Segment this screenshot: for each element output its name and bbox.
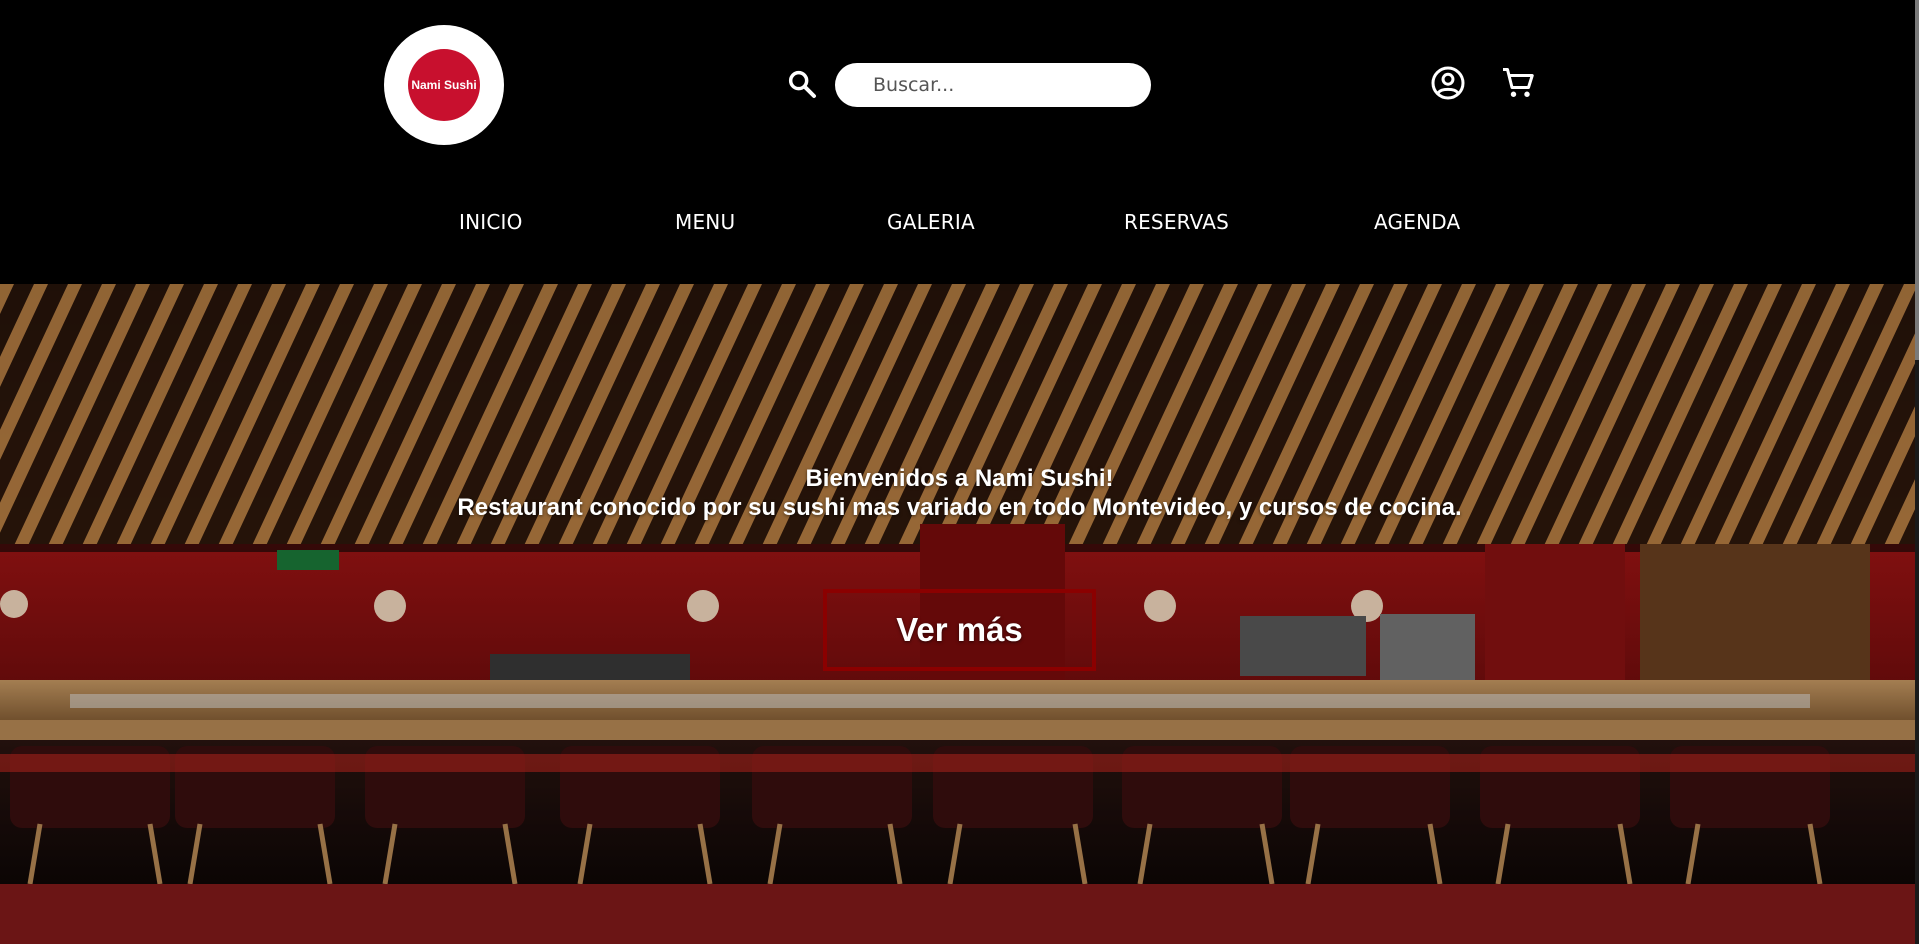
shopping-cart-icon[interactable]	[1500, 65, 1536, 101]
account-circle-icon[interactable]	[1430, 65, 1466, 101]
site-header: Nami Sushi INICIO MENU GALERIA RESERVAS …	[0, 0, 1919, 284]
logo-text: Nami Sushi	[411, 78, 477, 92]
scrollbar-thumb[interactable]	[1915, 0, 1919, 360]
search-icon[interactable]	[786, 68, 818, 100]
search-input[interactable]	[835, 63, 1151, 107]
nav-item-inicio[interactable]: INICIO	[459, 210, 523, 234]
nav-item-reservas[interactable]: RESERVAS	[1124, 210, 1229, 234]
logo-badge: Nami Sushi	[408, 49, 480, 121]
ver-mas-button[interactable]: Ver más	[823, 589, 1096, 671]
nav-item-galeria[interactable]: GALERIA	[887, 210, 975, 234]
hero-title: Bienvenidos a Nami Sushi!	[805, 465, 1114, 492]
logo[interactable]: Nami Sushi	[384, 25, 504, 145]
hero-background-image	[0, 284, 1919, 884]
hero-section: Bienvenidos a Nami Sushi! Restaurant con…	[0, 284, 1919, 884]
page-scrollbar[interactable]	[1915, 0, 1919, 944]
hero-subtitle: Restaurant conocido por su sushi mas var…	[457, 494, 1462, 521]
main-nav: INICIO MENU GALERIA RESERVAS AGENDA	[0, 210, 1919, 250]
hero-welcome-text: Bienvenidos a Nami Sushi! Restaurant con…	[0, 464, 1919, 522]
nav-item-menu[interactable]: MENU	[675, 210, 735, 234]
next-section-strip	[0, 884, 1919, 944]
page: Nami Sushi INICIO MENU GALERIA RESERVAS …	[0, 0, 1919, 944]
nav-item-agenda[interactable]: AGENDA	[1374, 210, 1460, 234]
